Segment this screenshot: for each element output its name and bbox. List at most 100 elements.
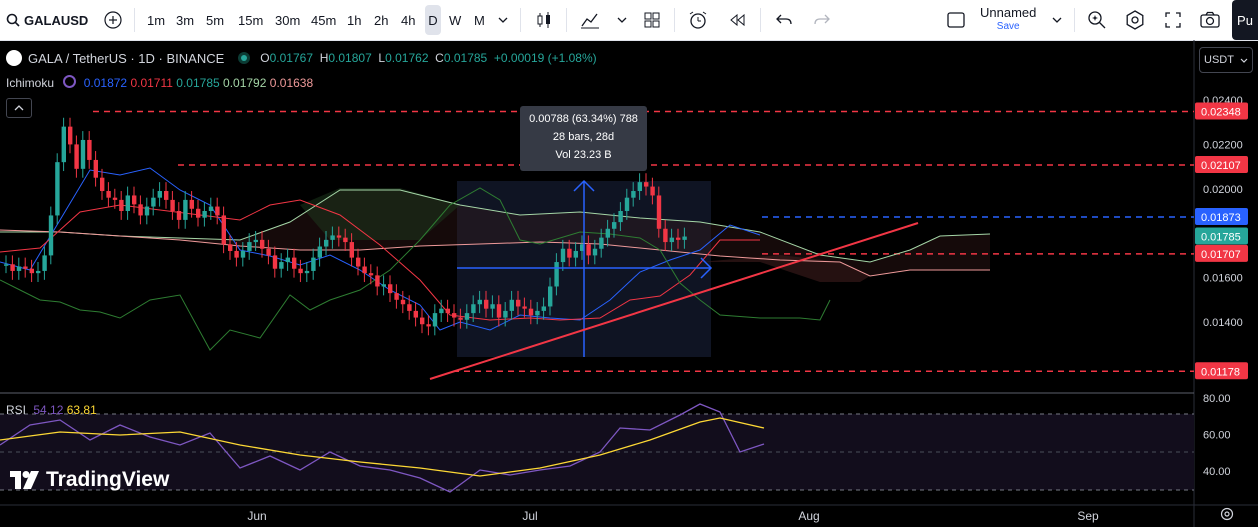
candle: [394, 284, 399, 309]
candle: [151, 188, 156, 216]
time-label: Jun: [247, 509, 266, 523]
price-tick: 0.01400: [1203, 317, 1243, 329]
candle: [100, 168, 105, 200]
candle: [279, 253, 284, 278]
ichimoku-settings-icon: [63, 75, 77, 88]
timeframe-dropdown[interactable]: [496, 0, 510, 40]
candle: [23, 257, 28, 278]
candle: [176, 202, 182, 229]
candle: [93, 151, 98, 187]
compare-symbol-button[interactable]: [102, 0, 124, 40]
price-tag: 0.01707: [1195, 244, 1248, 262]
search-icon: [6, 13, 20, 27]
candle: [298, 259, 303, 283]
candle: [221, 206, 226, 254]
svg-text:0.01785: 0.01785: [1201, 232, 1241, 244]
indicators-button[interactable]: [579, 0, 601, 40]
candle: [138, 195, 143, 225]
candle: [356, 248, 361, 276]
price-tag: 0.01178: [1195, 362, 1248, 380]
redo-button[interactable]: [811, 0, 833, 40]
layout-dropdown[interactable]: [1050, 0, 1064, 40]
time-axis[interactable]: Jun Jul Aug Sep: [247, 509, 1099, 523]
open-value: 0.01767: [269, 51, 314, 65]
timeframe-1h[interactable]: 1h: [347, 0, 361, 40]
svg-text:0.02348: 0.02348: [1201, 107, 1241, 119]
candle: [119, 191, 124, 220]
layout-name-button[interactable]: Unnamed Save: [980, 0, 1036, 40]
chart-settings-button[interactable]: [1220, 507, 1234, 526]
top-toolbar: GALAUSD 1m 3m 5m 15m 30m 45m 1h 2h 4h D …: [0, 0, 1258, 41]
low-value: 0.01762: [385, 51, 429, 65]
timeframe-W[interactable]: W: [449, 0, 461, 40]
indicators-dropdown[interactable]: [616, 0, 628, 40]
candle: [61, 117, 66, 172]
svg-text:0.01873: 0.01873: [1201, 212, 1241, 224]
timeframe-30m[interactable]: 30m: [275, 0, 300, 40]
grid-icon: [644, 12, 660, 28]
replay-button[interactable]: [726, 0, 748, 40]
candle: [183, 191, 188, 229]
publish-button[interactable]: Pu: [1232, 0, 1258, 40]
candle: [144, 197, 150, 225]
leading-span-b-value: 0.01638: [269, 76, 314, 90]
square-icon: [947, 12, 965, 28]
chart-type-button[interactable]: [533, 0, 555, 40]
candle: [445, 299, 450, 322]
alert-button[interactable]: [687, 0, 709, 40]
candle: [55, 153, 60, 225]
collapse-legend-button[interactable]: [6, 98, 32, 118]
layouts-button[interactable]: [642, 0, 662, 40]
close-value: 0.01785: [443, 51, 488, 65]
rsi-value: 54.12: [33, 403, 64, 417]
undo-button[interactable]: [773, 0, 795, 40]
candles-icon: [537, 12, 550, 28]
settings-button[interactable]: [1124, 0, 1146, 40]
candle: [272, 246, 278, 278]
currency-selector[interactable]: USDT: [1199, 47, 1253, 73]
candle: [164, 182, 169, 209]
timeframe-5m[interactable]: 5m: [206, 0, 224, 40]
measure-tooltip: 0.00788 (63.34%) 788 28 bars, 28d Vol 23…: [520, 106, 647, 171]
conversion-line-value: 0.01872: [83, 76, 128, 90]
add-circle-icon: [104, 11, 122, 29]
svg-text:0.01178: 0.01178: [1201, 366, 1240, 378]
tradingview-logo[interactable]: TradingView: [10, 468, 169, 492]
candle: [87, 131, 92, 169]
candle: [311, 248, 316, 280]
timeframe-15m[interactable]: 15m: [238, 0, 263, 40]
quick-search-button[interactable]: [1086, 0, 1108, 40]
candle: [196, 199, 201, 227]
snapshot-button[interactable]: [1199, 0, 1221, 40]
leading-span-a-value: 0.01792: [223, 76, 267, 90]
timeframe-1m[interactable]: 1m: [147, 0, 165, 40]
candle: [432, 304, 438, 336]
symbol-title[interactable]: GALA / TetherUS · 1D · BINANCE: [28, 51, 224, 66]
timeframe-2h[interactable]: 2h: [374, 0, 388, 40]
candle: [74, 135, 79, 178]
timeframe-M[interactable]: M: [474, 0, 485, 40]
rsi-legend[interactable]: RSI 54.12 63.81: [6, 403, 97, 417]
svg-text:0.02107: 0.02107: [1201, 160, 1241, 172]
timeframe-45m[interactable]: 45m: [311, 0, 336, 40]
change-value: +0.00019 (+1.08%): [493, 51, 597, 65]
fullscreen-button[interactable]: [1162, 0, 1184, 40]
candle: [132, 186, 137, 214]
candle: [304, 262, 310, 283]
chart-area[interactable]: 0.02400 0.02200 0.02000 0.01600 0.01400 0.02…: [0, 40, 1258, 527]
candle: [400, 290, 406, 314]
candle: [202, 202, 207, 227]
timeframe-D[interactable]: D: [425, 5, 441, 35]
chevron-up-icon: [14, 105, 24, 111]
market-status-dot: [238, 52, 251, 64]
timeframe-4h[interactable]: 4h: [401, 0, 415, 40]
timeframe-3m[interactable]: 3m: [176, 0, 194, 40]
high-value: 0.01807: [328, 51, 372, 65]
layout-checkbox[interactable]: [946, 0, 966, 40]
candle: [228, 235, 233, 260]
time-label: Aug: [798, 509, 819, 523]
symbol-search[interactable]: GALAUSD: [6, 0, 88, 40]
indicators-icon: [581, 13, 599, 29]
rsi-label: RSI: [6, 403, 27, 417]
ichimoku-legend[interactable]: Ichimoku 0.01872 0.01711 0.01785 0.01792…: [6, 75, 313, 90]
